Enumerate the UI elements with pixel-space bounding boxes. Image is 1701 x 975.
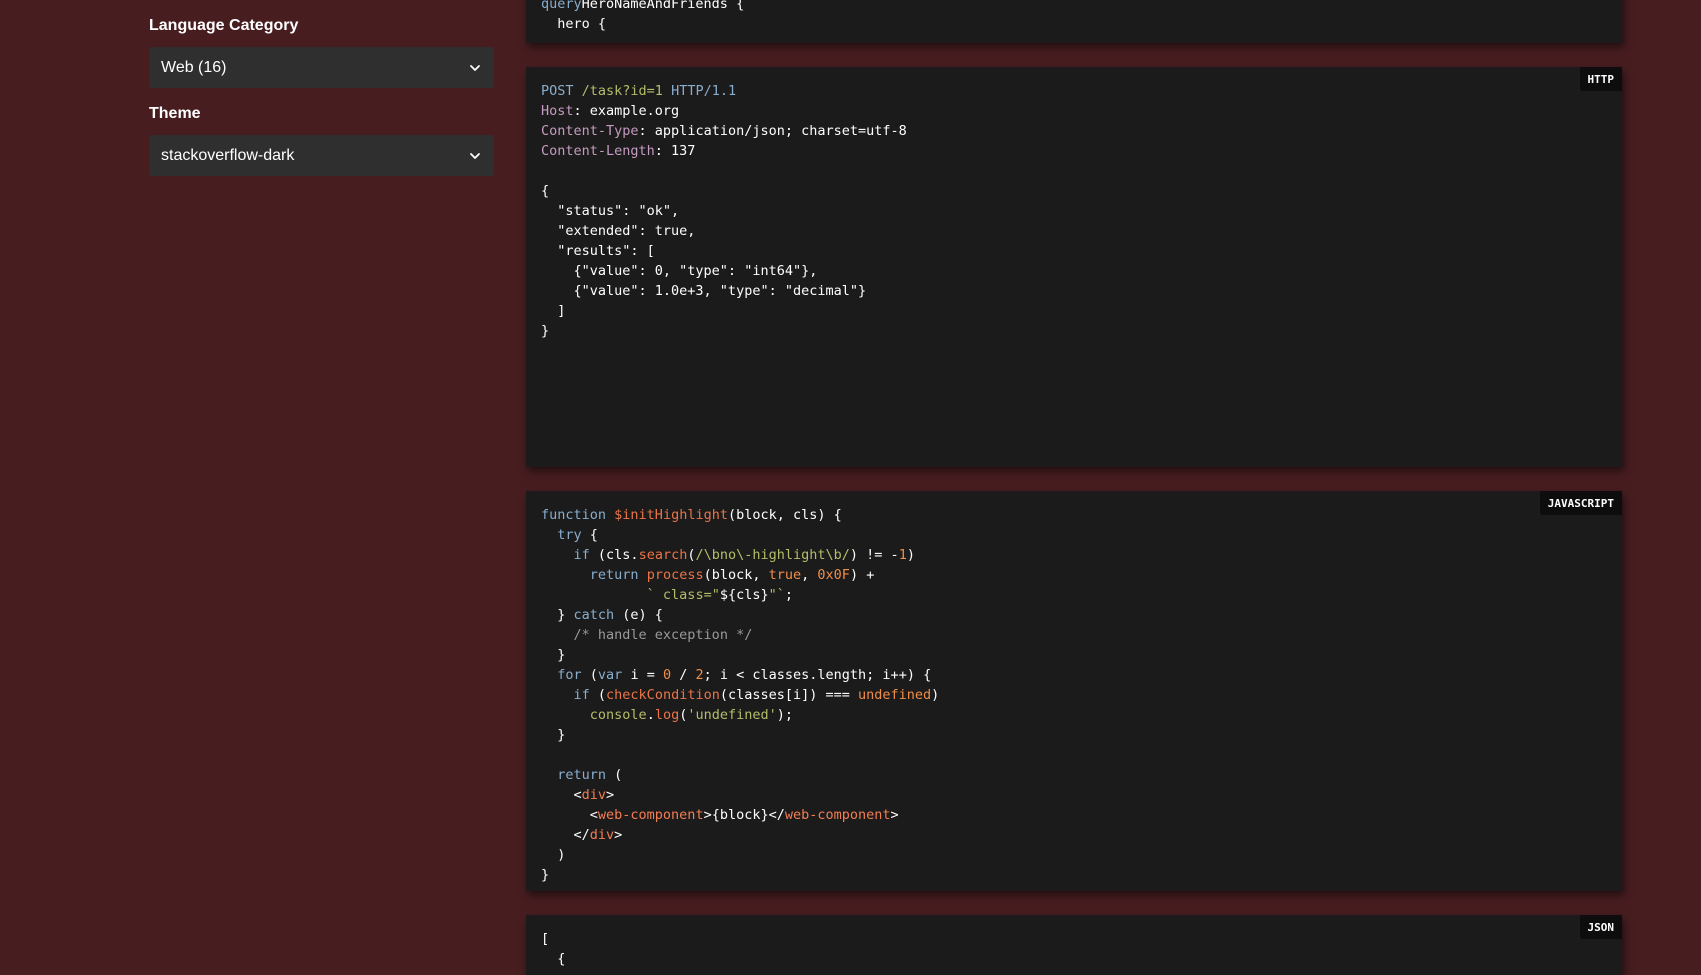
code-line: } xyxy=(541,323,550,339)
chevron-down-icon xyxy=(470,152,480,159)
code-block-javascript: JAVASCRIPT function $initHighlight(block… xyxy=(526,491,1622,891)
code-line: hero { xyxy=(541,16,607,32)
code-block-json: JSON [ { xyxy=(526,915,1622,975)
code-line: { xyxy=(541,183,550,199)
code-content: [ { xyxy=(541,929,1606,969)
code-line: POST /task?id=1 HTTP/1.1 xyxy=(541,83,737,99)
code-line: [ xyxy=(541,931,550,947)
code-line: } catch (e) { xyxy=(541,607,663,623)
language-category-value: Web (16) xyxy=(161,58,227,76)
code-line: <div> xyxy=(541,787,615,803)
language-category-label: Language Category xyxy=(149,17,299,34)
code-content: POST /task?id=1 HTTP/1.1 Host: example.o… xyxy=(541,81,1606,341)
code-line: ] xyxy=(541,303,566,319)
code-line: ` class="${cls}"`; xyxy=(646,587,794,603)
code-line: if (checkCondition(classes[i]) === undef… xyxy=(573,687,940,703)
code-line: {"value": 0, "type": "int64"}, xyxy=(541,263,818,279)
code-line: } xyxy=(541,727,566,743)
code-block-http: HTTP POST /task?id=1 HTTP/1.1 Host: exam… xyxy=(526,67,1622,467)
code-line: try { xyxy=(557,527,598,543)
code-line: { xyxy=(541,951,566,967)
code-line: /* handle exception */ xyxy=(573,627,753,643)
theme-select[interactable]: stackoverflow-dark xyxy=(149,135,494,176)
code-line: queryHeroNameAndFriends { xyxy=(541,0,745,12)
code-line: "results": [ xyxy=(541,243,655,259)
language-badge: HTTP xyxy=(1579,67,1622,91)
code-line: function $initHighlight(block, cls) { xyxy=(541,507,842,523)
code-line: return process(block, true, 0x0F) + xyxy=(589,567,875,583)
code-line: Content-Type: application/json; charset=… xyxy=(541,123,907,139)
language-badge: JSON xyxy=(1579,915,1622,939)
code-line: console.log('undefined'); xyxy=(589,707,794,723)
code-line: {"value": 1.0e+3, "type": "decimal"} xyxy=(541,283,867,299)
code-line: "extended": true, xyxy=(541,223,696,239)
code-line: Host: example.org xyxy=(541,103,680,119)
code-line: } xyxy=(541,867,550,883)
theme-label: Theme xyxy=(149,105,201,122)
code-line: Content-Length: 137 xyxy=(541,143,696,159)
code-block-graphql: queryHeroNameAndFriends { hero { xyxy=(526,0,1622,43)
code-line: </div> xyxy=(541,827,623,843)
theme-value: stackoverflow-dark xyxy=(161,146,295,164)
chevron-down-icon xyxy=(470,64,480,71)
code-content: queryHeroNameAndFriends { hero { xyxy=(541,0,1606,34)
code-line: <web-component>{block}</web-component> xyxy=(541,807,899,823)
language-category-select[interactable]: Web (16) xyxy=(149,47,494,88)
code-line: } xyxy=(541,647,566,663)
code-content: function $initHighlight(block, cls) { tr… xyxy=(541,505,1606,885)
code-line: "status": "ok", xyxy=(541,203,680,219)
code-line: ) xyxy=(541,847,566,863)
code-line: if (cls.search(/\bno\-highlight\b/) != -… xyxy=(573,547,915,563)
code-line: return ( xyxy=(557,767,623,783)
code-line: for (var i = 0 / 2; i < classes.length; … xyxy=(557,667,932,683)
language-badge: JAVASCRIPT xyxy=(1539,491,1622,515)
